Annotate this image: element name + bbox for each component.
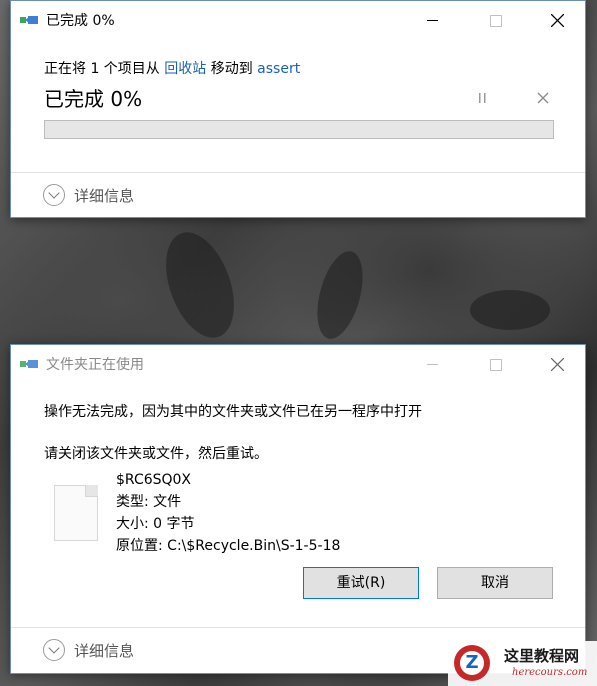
wallpaper-shadow [309, 246, 371, 344]
file-type: 类型: 文件 [116, 494, 182, 510]
file-move-icon [20, 360, 38, 368]
minimize-button[interactable] [419, 351, 445, 377]
file-info: $RC6SQ0X 类型: 文件 大小: 0 字节 原位置: C:\$Recycl… [116, 469, 340, 557]
cancel-button[interactable]: 取消 [437, 567, 553, 599]
file-icon-fold [85, 485, 98, 497]
minimize-button[interactable] [419, 7, 445, 33]
minimize-icon [426, 364, 438, 365]
maximize-button[interactable] [483, 351, 509, 377]
window-title: 文件夹正在使用 [46, 357, 144, 373]
watermark-logo-letter: Z [460, 651, 484, 675]
error-message: 操作无法完成，因为其中的文件夹或文件已在另一程序中打开 [44, 404, 422, 420]
close-button[interactable] [544, 351, 570, 377]
close-icon [550, 13, 564, 28]
stop-button[interactable] [535, 90, 551, 106]
message-prefix: 正在将 1 个项目从 [44, 61, 165, 77]
details-footer: 详细信息 [11, 172, 585, 219]
message-middle: 移动到 [206, 61, 258, 77]
file-move-icon [20, 16, 38, 24]
watermark-site-url: herecours.com [512, 667, 588, 678]
window-title: 已完成 0% [46, 13, 115, 29]
watermark-logo-icon: Z [454, 645, 490, 681]
progress-status: 已完成 0% [44, 87, 143, 111]
progress-bar [44, 120, 554, 139]
details-toggle[interactable]: 详细信息 [74, 640, 134, 661]
source-link[interactable]: 回收站 [164, 61, 206, 77]
minimize-icon [426, 20, 438, 21]
retry-button[interactable]: 重试(R) [303, 567, 419, 599]
chevron-down-icon[interactable] [43, 639, 65, 661]
file-size: 大小: 0 字节 [116, 516, 195, 532]
destination-link[interactable]: assert [257, 61, 300, 77]
close-icon [550, 357, 564, 372]
maximize-icon [490, 14, 502, 27]
desktop-wallpaper [152, 223, 248, 347]
instruction-text: 请关闭该文件夹或文件，然后重试。 [44, 446, 268, 462]
maximize-button[interactable] [483, 7, 509, 33]
chevron-down-icon[interactable] [43, 184, 65, 206]
file-location: 原位置: C:\$Recycle.Bin\S-1-5-18 [116, 538, 341, 554]
title-bar[interactable]: 文件夹正在使用 [11, 345, 585, 383]
pause-icon [479, 93, 486, 103]
wallpaper-shadow [470, 290, 550, 330]
watermark-site-name: 这里教程网 [504, 647, 580, 665]
progress-dialog: 已完成 0% 正在将 1 个项目从 回收站 移动到 assert 已完成 0% … [10, 0, 586, 218]
site-watermark: Z 这里教程网 herecours.com [448, 641, 597, 686]
progress-message: 正在将 1 个项目从 回收站 移动到 assert [44, 58, 300, 78]
maximize-icon [490, 358, 502, 371]
pause-button[interactable] [474, 90, 490, 106]
details-toggle[interactable]: 详细信息 [74, 185, 134, 206]
stop-icon [537, 92, 549, 104]
close-button[interactable] [544, 7, 570, 33]
folder-in-use-dialog: 文件夹正在使用 操作无法完成，因为其中的文件夹或文件已在另一程序中打开 请关闭该… [10, 344, 586, 674]
file-name: $RC6SQ0X [116, 472, 192, 488]
title-bar[interactable]: 已完成 0% [11, 1, 585, 39]
